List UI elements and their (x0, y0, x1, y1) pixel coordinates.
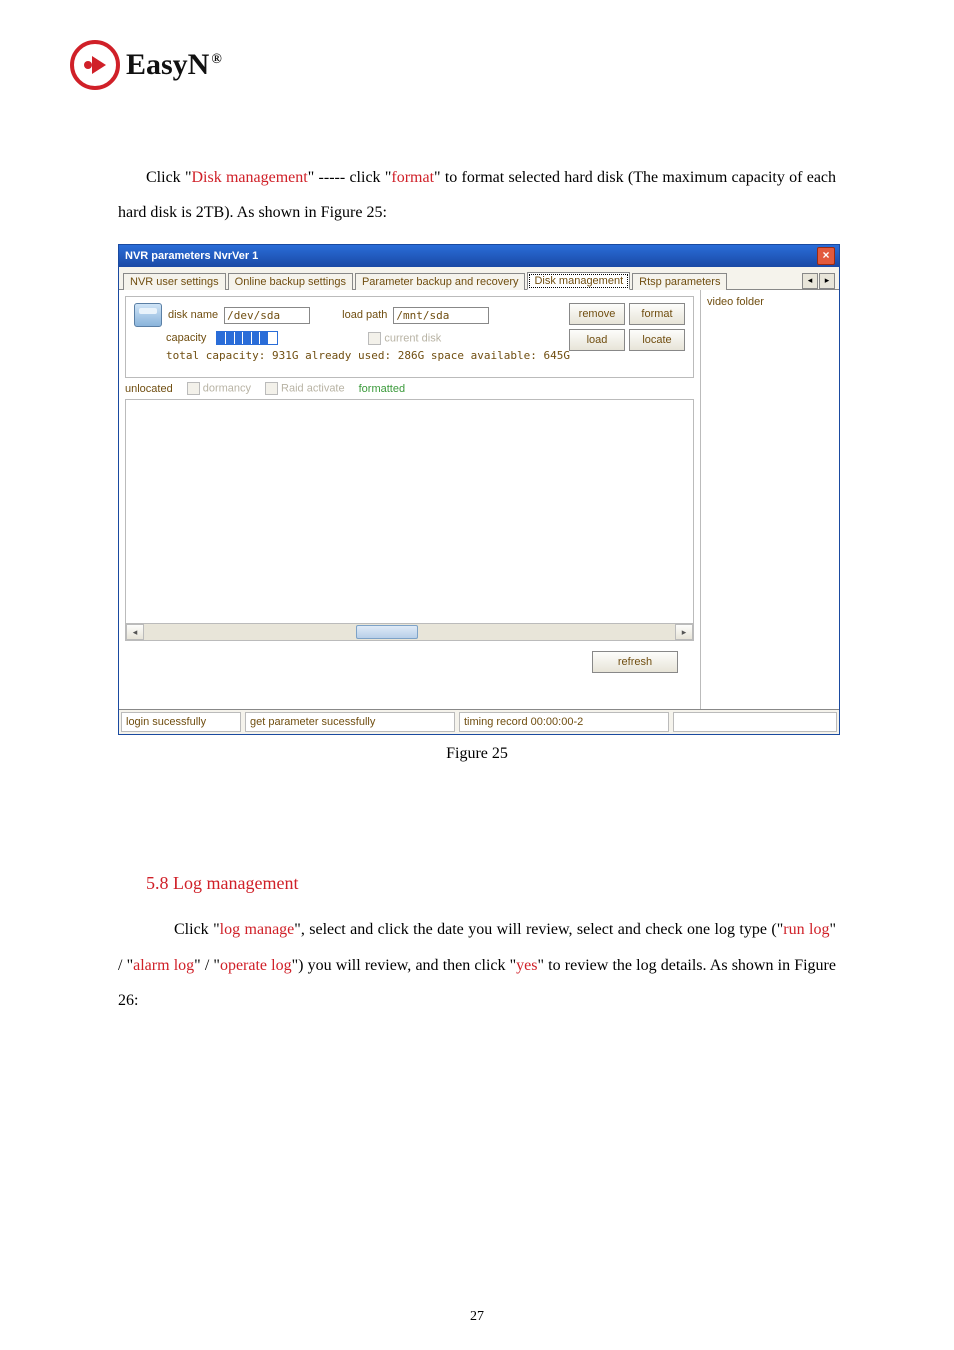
nvr-window: NVR parameters NvrVer 1 × NVR user setti… (118, 244, 840, 735)
refresh-button[interactable]: refresh (592, 651, 678, 673)
tab-disk-management[interactable]: Disk management (527, 272, 630, 290)
tab-scroll: ◂ ▸ (801, 273, 835, 289)
scroll-thumb[interactable] (356, 625, 418, 639)
page-number: 27 (0, 1309, 954, 1325)
current-disk-checkbox[interactable] (368, 332, 381, 345)
current-disk-label: current disk (384, 332, 441, 344)
remove-button[interactable]: remove (569, 303, 625, 325)
dormancy-checkbox[interactable] (187, 382, 200, 395)
load-path-field[interactable]: /mnt/sda (393, 307, 489, 324)
tab-strip: NVR user settings Online backup settings… (119, 267, 839, 290)
figure-25: NVR parameters NvrVer 1 × NVR user setti… (118, 244, 836, 735)
tab-rtsp[interactable]: Rtsp parameters (632, 273, 727, 290)
scroll-right-icon[interactable]: ▸ (675, 624, 693, 640)
tab-param-backup[interactable]: Parameter backup and recovery (355, 273, 526, 290)
disk-list-pane: ◂ ▸ (125, 399, 694, 641)
status-dormancy: dormancy (203, 383, 251, 395)
window-title: NVR parameters NvrVer 1 (125, 250, 258, 262)
status-legend: unlocated dormancy Raid activate formatt… (125, 382, 694, 395)
instruction-paragraph-1: Click "Disk management" ----- click "for… (118, 160, 836, 230)
instruction-paragraph-2: Click "log manage", select and click the… (118, 912, 836, 1018)
status-cell-login: login sucessfully (121, 712, 241, 732)
raid-checkbox[interactable] (265, 382, 278, 395)
capacity-label: capacity (166, 332, 206, 344)
capacity-bar (216, 331, 278, 345)
status-cell-timing: timing record 00:00:00-2 (459, 712, 669, 732)
horizontal-scrollbar[interactable]: ◂ ▸ (126, 623, 693, 640)
disk-name-field[interactable]: /dev/sda (224, 307, 310, 324)
side-panel: video folder (700, 290, 839, 709)
logo-mark (70, 40, 120, 90)
status-cell-fill (673, 712, 837, 732)
section-heading: 5.8 Log management (118, 873, 836, 894)
locate-button[interactable]: locate (629, 329, 685, 351)
tab-online-backup[interactable]: Online backup settings (228, 273, 353, 290)
hdd-icon (134, 303, 162, 327)
brand-logo: EasyN® (70, 40, 884, 90)
tab-user-settings[interactable]: NVR user settings (123, 273, 226, 290)
status-unlocated: unlocated (125, 383, 173, 395)
scroll-left-icon[interactable]: ◂ (126, 624, 144, 640)
load-path-label: load path (342, 309, 387, 321)
logo-text: EasyN® (126, 48, 222, 82)
tab-scroll-right[interactable]: ▸ (819, 273, 835, 289)
disk-name-label: disk name (168, 309, 218, 321)
status-cell-param: get parameter sucessfully (245, 712, 455, 732)
figure-caption: Figure 25 (70, 745, 884, 763)
status-bar: login sucessfully get parameter sucessfu… (119, 709, 839, 734)
status-formatted: formatted (359, 383, 405, 395)
window-titlebar: NVR parameters NvrVer 1 × (119, 245, 839, 267)
load-button[interactable]: load (569, 329, 625, 351)
close-icon[interactable]: × (817, 247, 835, 265)
format-button[interactable]: format (629, 303, 685, 325)
tab-scroll-left[interactable]: ◂ (802, 273, 818, 289)
status-raid: Raid activate (281, 383, 345, 395)
video-folder-label: video folder (707, 296, 833, 308)
disk-card: disk name /dev/sda load path /mnt/sda ca… (125, 296, 694, 378)
